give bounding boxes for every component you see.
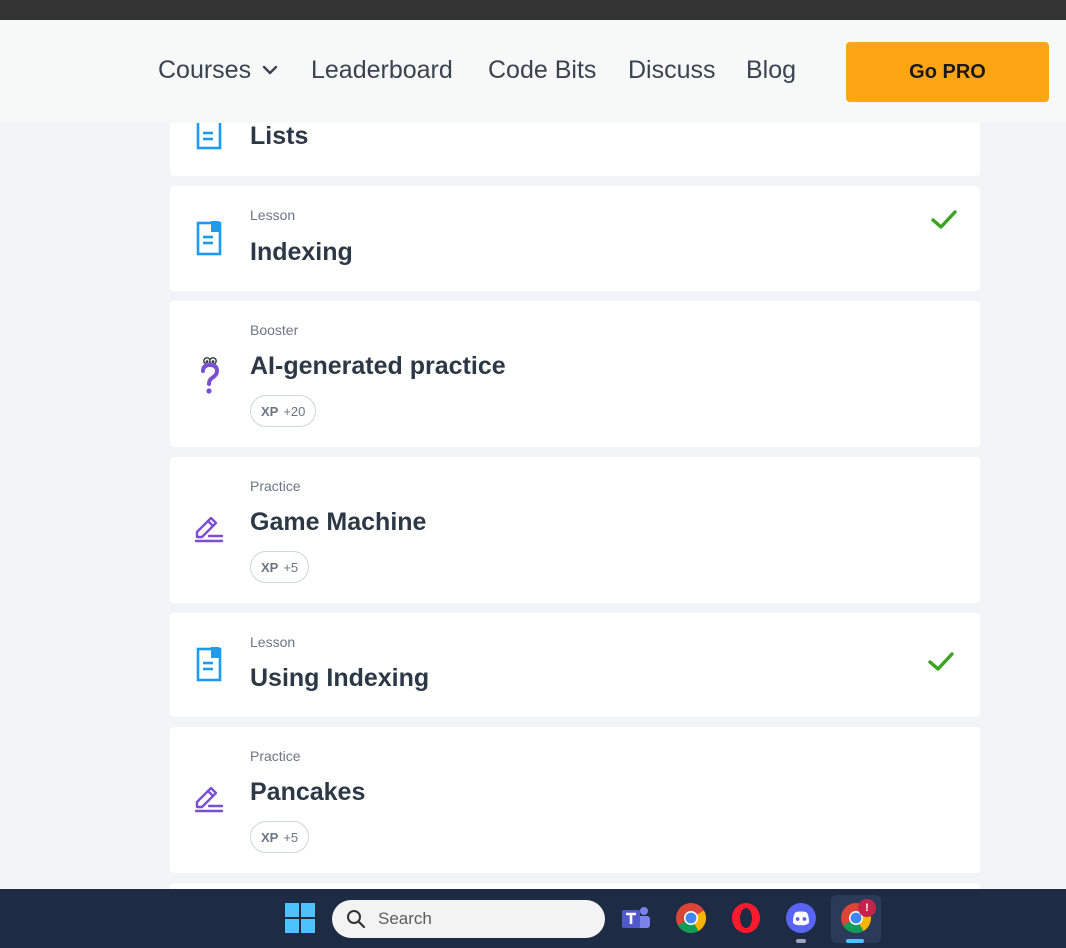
taskbar-search[interactable]: Search — [332, 900, 605, 938]
card-kind: Practice — [250, 748, 301, 764]
card-title: Pancakes — [250, 778, 366, 806]
xp-badge: XP +5 — [250, 551, 310, 583]
search-icon — [347, 910, 366, 929]
practice-card-pancakes[interactable]: Practice Pancakes XP +5 — [170, 727, 980, 873]
xp-badge: XP +20 — [250, 395, 317, 427]
card-title: Game Machine — [250, 508, 427, 536]
checkmark-icon — [931, 210, 957, 229]
active-indicator — [846, 939, 864, 943]
lesson-icon — [196, 221, 222, 256]
card-kind: Booster — [250, 322, 299, 338]
nav-code-bits[interactable]: Code Bits — [488, 56, 596, 84]
xp-label: XP — [261, 559, 279, 575]
nav-leaderboard[interactable]: Leaderboard — [311, 56, 453, 84]
opera-icon[interactable] — [729, 901, 763, 935]
lesson-card-indexing[interactable]: Lesson Indexing — [170, 186, 980, 291]
browser-top-strip — [0, 0, 1066, 20]
lesson-card-using-indexing[interactable]: Lesson Using Indexing — [170, 613, 980, 717]
xp-value: +5 — [283, 559, 299, 575]
nav-discuss[interactable]: Discuss — [628, 56, 716, 84]
nav-courses[interactable]: Courses — [158, 56, 279, 84]
card-title: Indexing — [250, 238, 353, 266]
question-icon — [201, 357, 220, 394]
teams-icon[interactable] — [619, 901, 653, 935]
xp-value: +5 — [283, 829, 299, 845]
xp-label: XP — [261, 829, 279, 845]
card-title: AI-generated practice — [250, 352, 506, 380]
chrome-icon[interactable] — [674, 901, 708, 935]
xp-badge: XP +5 — [250, 821, 310, 853]
pencil-icon — [194, 516, 224, 543]
xp-label: XP — [261, 403, 279, 419]
xp-value: +20 — [283, 403, 306, 419]
chevron-down-icon — [262, 65, 278, 75]
card-title: Using Indexing — [250, 664, 430, 692]
card-kind: Lesson — [250, 634, 296, 650]
windows-start-icon[interactable] — [283, 901, 317, 935]
checkmark-icon — [928, 652, 954, 671]
booster-card-ai-practice[interactable]: Booster AI-generated practice XP +20 — [170, 301, 980, 447]
search-placeholder: Search — [378, 909, 432, 928]
lesson-icon — [196, 647, 222, 682]
card-title: Lists — [250, 122, 309, 150]
go-pro-button[interactable]: Go PRO — [846, 42, 1049, 102]
nav-courses-label: Courses — [158, 56, 252, 84]
site-navbar: Courses Leaderboard Code Bits Discuss Bl… — [0, 20, 1066, 123]
discord-icon[interactable] — [784, 901, 818, 935]
notification-badge: ! — [858, 899, 876, 917]
practice-card-game-machine[interactable]: Practice Game Machine XP +5 — [170, 457, 980, 603]
running-indicator — [796, 939, 806, 943]
pencil-icon — [194, 786, 224, 813]
card-kind: Lesson — [250, 207, 296, 223]
nav-blog[interactable]: Blog — [746, 56, 796, 84]
card-kind: Practice — [250, 478, 301, 494]
windows-taskbar: Search ! — [0, 889, 1066, 948]
